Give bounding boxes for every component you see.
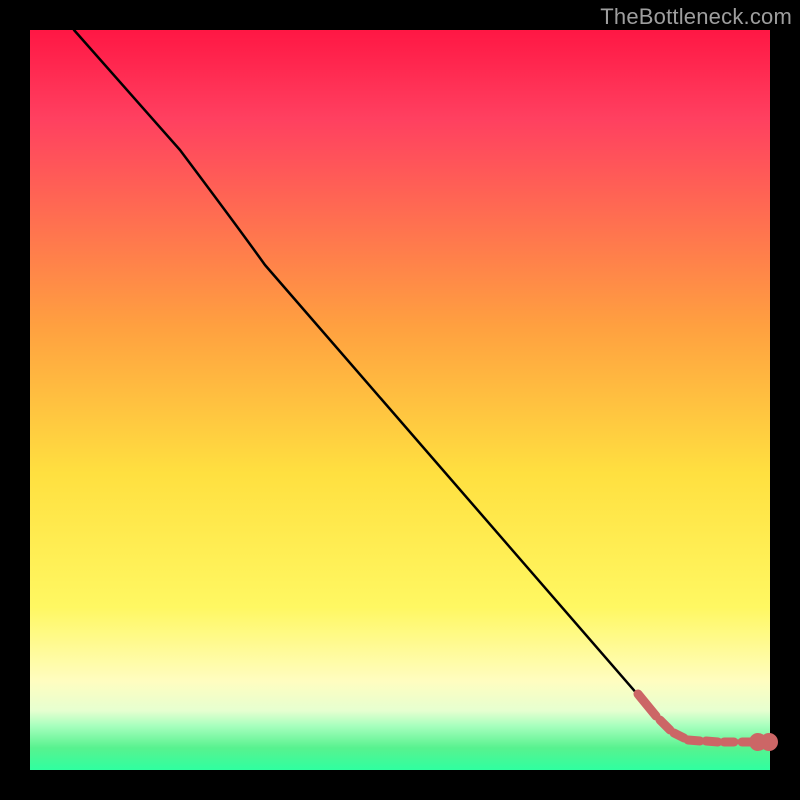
plot-svg <box>30 30 770 770</box>
watermark-label: TheBottleneck.com <box>600 4 792 30</box>
plot-area <box>30 30 770 770</box>
chart-stage: TheBottleneck.com <box>0 0 800 800</box>
marker-cluster <box>638 694 774 747</box>
main-curve <box>74 30 770 742</box>
